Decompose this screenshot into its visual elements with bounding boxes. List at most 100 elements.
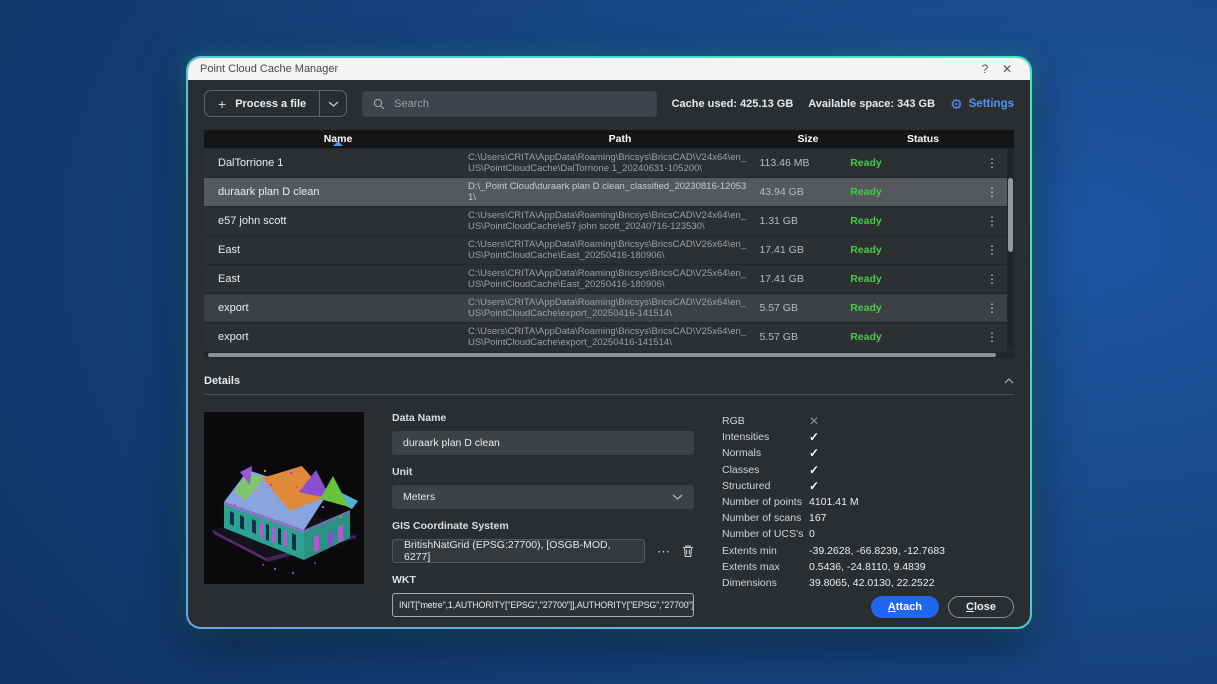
browse-ellipsis-icon[interactable]: ⋯: [657, 545, 670, 558]
check-icon: ✓: [809, 479, 819, 493]
cache-used-stat: Cache used: 425.13 GB: [672, 98, 794, 110]
table-row[interactable]: East C:\Users\CRITA\AppData\Roaming\Bric…: [204, 264, 1014, 293]
process-a-file-dropdown[interactable]: [319, 91, 346, 116]
property-row: RGB ✕: [722, 413, 1014, 429]
footer-buttons: Attach Close: [871, 596, 1014, 618]
status-badge: Ready: [838, 215, 986, 227]
gis-row: BritishNatGrid (EPSG:27700), [OSGB-MOD, …: [392, 539, 694, 563]
status-badge: Ready: [838, 157, 986, 169]
data-name-field[interactable]: duraark plan D clean: [392, 431, 694, 455]
vertical-scrollbar[interactable]: [1007, 148, 1014, 351]
cell-path: C:\Users\CRITA\AppData\Roaming\Bricsys\B…: [468, 210, 759, 232]
unit-select[interactable]: Meters: [392, 485, 694, 509]
table-rows: DalTorrione 1 C:\Users\CRITA\AppData\Roa…: [204, 148, 1014, 351]
details-form: Data Name duraark plan D clean Unit Mete…: [392, 412, 694, 617]
cell-path: C:\Users\CRITA\AppData\Roaming\Bricsys\B…: [468, 268, 759, 290]
column-header-path[interactable]: Path: [472, 133, 768, 145]
collapse-chevron-up-icon[interactable]: [1004, 378, 1014, 384]
available-space-stat: Available space: 343 GB: [808, 98, 935, 110]
properties-list: RGB ✕ Intensities ✓ Normals ✓ Classes ✓: [722, 412, 1014, 617]
details-section-header[interactable]: Details: [204, 375, 1014, 387]
table-row-selected[interactable]: duraark plan D clean D:\_Point Cloud\dur…: [204, 177, 1014, 206]
horizontal-scrollbar[interactable]: [204, 352, 1014, 358]
trash-icon[interactable]: [682, 544, 694, 558]
vertical-scrollbar-thumb[interactable]: [1008, 178, 1013, 252]
status-badge: Ready: [838, 186, 986, 198]
cell-name: East: [204, 244, 468, 256]
dialog-body: + Process a file Cache used: 425.13 GB: [188, 80, 1030, 627]
cell-size: 17.41 GB: [759, 273, 838, 285]
cell-name: export: [204, 302, 468, 314]
cache-table: Name Path Size Status DalTorrione 1 C:\U…: [204, 130, 1014, 358]
property-row: Structured ✓: [722, 478, 1014, 494]
table-row[interactable]: East C:\Users\CRITA\AppData\Roaming\Bric…: [204, 235, 1014, 264]
attach-button[interactable]: Attach: [871, 596, 939, 618]
cell-path: C:\Users\CRITA\AppData\Roaming\Bricsys\B…: [468, 239, 759, 261]
wkt-field[interactable]: INIT["metre",1,AUTHORITY["EPSG","27700"]…: [392, 593, 694, 617]
status-badge: Ready: [838, 302, 986, 314]
chevron-down-icon: [672, 494, 683, 500]
gis-coordinate-system-field[interactable]: BritishNatGrid (EPSG:27700), [OSGB-MOD, …: [392, 539, 645, 563]
gear-icon: ⚙: [950, 97, 963, 111]
horizontal-scrollbar-thumb[interactable]: [208, 353, 996, 357]
dialog: Point Cloud Cache Manager ? ✕ + Process …: [188, 58, 1030, 627]
details-divider: [204, 394, 1014, 395]
cell-path: C:\Users\CRITA\AppData\Roaming\Bricsys\B…: [468, 297, 759, 319]
details-label: Details: [204, 375, 240, 387]
process-a-file-label: Process a file: [235, 98, 306, 110]
property-row: Extents min -39.2628, -66.8239, -12.7683: [722, 543, 1014, 559]
property-row: Number of scans 167: [722, 510, 1014, 526]
chevron-down-icon: [328, 101, 339, 107]
cell-size: 1.31 GB: [759, 215, 838, 227]
cell-path: C:\Users\CRITA\AppData\Roaming\Bricsys\B…: [468, 326, 759, 348]
unit-label: Unit: [392, 466, 694, 478]
cache-used-value: 425.13 GB: [740, 98, 793, 110]
column-header-status[interactable]: Status: [848, 133, 998, 145]
cell-size: 5.57 GB: [759, 331, 838, 343]
property-row: Intensities ✓: [722, 429, 1014, 445]
close-icon[interactable]: ✕: [996, 62, 1018, 76]
column-header-size[interactable]: Size: [768, 133, 848, 145]
process-a-file-split-button: + Process a file: [204, 90, 347, 117]
cell-name: duraark plan D clean: [204, 186, 468, 198]
table-row[interactable]: export C:\Users\CRITA\AppData\Roaming\Br…: [204, 293, 1014, 322]
cell-name: e57 john scott: [204, 215, 468, 227]
cell-size: 17.41 GB: [759, 244, 838, 256]
details-content: Data Name duraark plan D clean Unit Mete…: [204, 412, 1014, 617]
cell-size: 43.94 GB: [759, 186, 838, 198]
cell-size: 113.46 MB: [759, 157, 838, 169]
gis-coordinate-system-label: GIS Coordinate System: [392, 520, 694, 532]
plus-icon: +: [218, 97, 226, 111]
window-title: Point Cloud Cache Manager: [200, 63, 338, 75]
cell-name: East: [204, 273, 468, 285]
wkt-label: WKT: [392, 574, 694, 586]
column-header-name[interactable]: Name: [204, 133, 472, 145]
cell-name: DalTorrione 1: [204, 157, 468, 169]
cell-size: 5.57 GB: [759, 302, 838, 314]
cache-manager-window: Point Cloud Cache Manager ? ✕ + Process …: [186, 56, 1032, 629]
close-button[interactable]: Close: [948, 596, 1014, 618]
property-row: Number of points 4101.41 M: [722, 494, 1014, 510]
titlebar: Point Cloud Cache Manager ? ✕: [188, 58, 1030, 80]
search-icon: [373, 98, 385, 110]
process-a-file-button[interactable]: + Process a file: [205, 91, 319, 116]
status-badge: Ready: [838, 244, 986, 256]
settings-button[interactable]: ⚙ Settings: [950, 97, 1014, 111]
search-input[interactable]: [394, 98, 645, 110]
check-icon: ✓: [809, 446, 819, 460]
table-row[interactable]: DalTorrione 1 C:\Users\CRITA\AppData\Roa…: [204, 148, 1014, 177]
property-row: Dimensions 39.8065, 42.0130, 22.2522: [722, 575, 1014, 591]
table-row[interactable]: e57 john scott C:\Users\CRITA\AppData\Ro…: [204, 206, 1014, 235]
property-row: Normals ✓: [722, 445, 1014, 461]
point-cloud-preview: [204, 412, 364, 584]
table-row[interactable]: export C:\Users\CRITA\AppData\Roaming\Br…: [204, 322, 1014, 351]
help-icon[interactable]: ?: [974, 62, 996, 76]
sort-ascending-icon: [333, 141, 343, 146]
cell-path: C:\Users\CRITA\AppData\Roaming\Bricsys\B…: [468, 152, 759, 174]
cross-icon: ✕: [809, 414, 819, 428]
cell-path: D:\_Point Cloud\duraark plan D clean_cla…: [468, 181, 759, 203]
table-header: Name Path Size Status: [204, 130, 1014, 148]
property-row: Number of UCS's 0: [722, 526, 1014, 542]
settings-label: Settings: [969, 98, 1014, 110]
data-name-label: Data Name: [392, 412, 694, 424]
